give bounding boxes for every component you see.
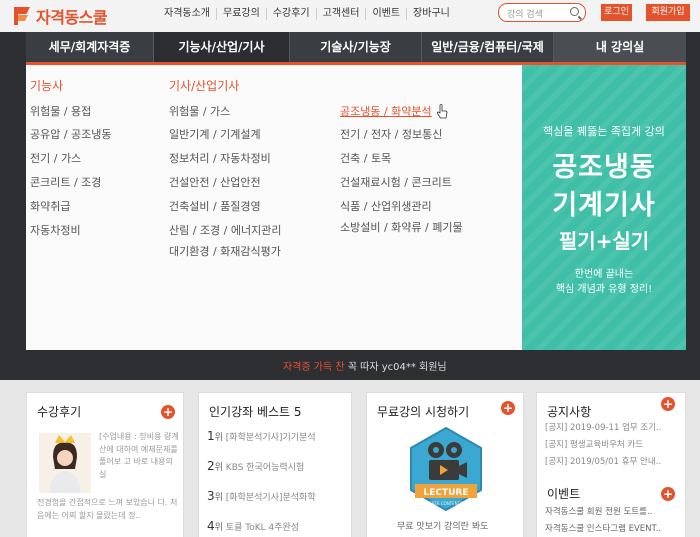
menu-item[interactable]: 위험물 / 용접 — [30, 103, 91, 119]
flag-logo-icon — [14, 7, 32, 25]
menu-item[interactable]: 식품 / 산업위생관리 — [340, 198, 432, 214]
banner-subtitle: 핵심을 꿰뚫는 족집게 강의 — [543, 125, 665, 138]
events-title: 이벤트 — [547, 487, 581, 501]
banner-title-line3: 필기+실기 — [558, 229, 650, 253]
top-header: 자격동스쿨 자격동소개 무료강의 수강후기 고객센터 이벤트 장바구니 강의 검… — [0, 0, 700, 32]
banner-title-line2: 기계기사 — [552, 190, 656, 221]
top-nav: 자격동소개 무료강의 수강후기 고객센터 이벤트 장바구니 — [158, 8, 456, 20]
menu-item[interactable]: 콘크리트 / 조경 — [30, 174, 101, 190]
category-professional-engineer[interactable]: 기술사/기능장 — [290, 32, 422, 62]
login-button[interactable]: 로그인 — [601, 4, 632, 21]
category-my-classroom[interactable]: 내 강의실 — [554, 32, 686, 62]
welcome-text: 꼭 따자 yc04** 회원님 — [347, 362, 447, 373]
notice-item[interactable]: [공지] 평생교육바우처 카드 — [545, 438, 643, 450]
banner-desc-line2: 핵심 개념과 유형 정리! — [555, 284, 653, 295]
events-more-plus-icon[interactable]: + — [661, 487, 675, 501]
menu-item[interactable]: 건설재료시험 / 콘크리트 — [340, 174, 452, 190]
side-backdrop-right — [686, 32, 700, 362]
site-logo[interactable]: 자격동스쿨 — [14, 4, 108, 28]
menu-item[interactable]: 전기 / 전자 / 정보통신 — [340, 126, 442, 142]
menu-col1-title[interactable]: 기능사 — [30, 77, 63, 94]
best-courses-box: 인기강좌 베스트 5 1위 [화학분석기사]기기분석 2위 KBS 한국어능력시… — [198, 392, 352, 537]
menu-item[interactable]: 자동차정비 — [30, 222, 81, 238]
search-placeholder: 강의 검색 — [507, 10, 543, 20]
free-lectures-caption: 무료 맛보기 강의란 봐도 — [397, 522, 489, 532]
search-input[interactable]: 강의 검색 — [498, 3, 586, 22]
best-course-item[interactable]: 3위 [화학분석기사]분석화학 — [207, 489, 316, 503]
category-general-finance[interactable]: 일반/금융/컴퓨터/국제 — [422, 32, 554, 62]
best-course-item[interactable]: 2위 KBS 한국어능력시험 — [207, 459, 304, 473]
menu-item[interactable]: 위험물 / 가스 — [169, 103, 230, 119]
banner-title-line1: 공조냉동 — [552, 152, 656, 183]
free-lectures-box: 무료강의 시청하기 + LECTURE FREE CONTENTS 무료 맛보기… — [366, 392, 524, 537]
category-nav: 세무/회계자격증 기능사/산업/기사 기술사/기능장 일반/금융/컴퓨터/국제 … — [26, 32, 686, 62]
review-text-more[interactable]: 전경험을 간접적으로 느껴 보았습니 다. 처음에는 어찌 할지 몰랐는데 정.… — [37, 497, 181, 522]
menu-item[interactable]: 대기환경 / 화재감식평가 — [169, 243, 281, 259]
menu-item[interactable]: 건설안전 / 산업안전 — [169, 174, 261, 190]
search-icon[interactable] — [570, 7, 579, 16]
reviews-box: 수강후기 + [수업내용 : 장비용 량계산에 대하여 예제문제를 풀어보 고 … — [26, 392, 184, 537]
nav-reviews[interactable]: 수강후기 — [265, 8, 316, 20]
menu-item[interactable]: 일반기계 / 기계설계 — [169, 126, 261, 142]
best-courses-title: 인기강좌 베스트 5 — [209, 405, 302, 419]
menu-item[interactable]: 공유압 / 공조냉동 — [30, 126, 112, 142]
notice-item[interactable]: [공지] 2019-09-11 업무 조기.. — [545, 421, 661, 433]
nav-cart[interactable]: 장바구니 — [406, 8, 456, 20]
mega-menu-panel: 기능사 위험물 / 용접 공유압 / 공조냉동 전기 / 가스 콘크리트 / 조… — [26, 65, 522, 350]
welcome-highlight: 자격증 가득 찬 — [283, 362, 345, 373]
menu-item[interactable]: 건축설비 / 품질경영 — [169, 198, 261, 214]
event-item[interactable]: 자격동스쿨 회원 전원 도트를.. — [545, 505, 652, 517]
best-course-item[interactable]: 1위 [화학분석기사]기기분석 — [207, 429, 316, 443]
menu-item[interactable]: 소방설비 / 화약류 / 폐기물 — [340, 219, 463, 235]
nav-about[interactable]: 자격동소개 — [158, 8, 216, 20]
menu-item-hovered[interactable]: 공조냉동 / 화약분석 — [340, 103, 432, 119]
menu-item[interactable]: 산림 / 조경 / 에너지관리 — [169, 222, 281, 238]
menu-item[interactable]: 전기 / 가스 — [30, 150, 81, 166]
reviews-more-plus-icon[interactable]: + — [161, 405, 175, 419]
join-button[interactable]: 회원가입 — [646, 4, 690, 21]
side-backdrop-left — [0, 32, 26, 362]
badge-sublabel: FREE CONTENTS — [429, 501, 463, 506]
category-tax-accounting[interactable]: 세무/회계자격증 — [26, 32, 154, 62]
category-craftsman-engineer[interactable]: 기능사/산업/기사 — [154, 32, 290, 62]
notice-item[interactable]: [공지] 2019/05/01 휴무 안내.. — [545, 455, 661, 467]
menu-item[interactable]: 정보처리 / 자동차정비 — [169, 150, 271, 166]
lecture-badge-icon[interactable]: LECTURE FREE CONTENTS — [407, 426, 485, 514]
promo-banner[interactable]: 핵심을 꿰뚫는 족집게 강의 공조냉동 기계기사 필기+실기 한번에 끝내는 핵… — [522, 65, 686, 350]
nav-event[interactable]: 이벤트 — [365, 8, 406, 20]
menu-col2-title[interactable]: 기사/산업기사 — [169, 77, 239, 94]
nav-customer-center[interactable]: 고객센터 — [315, 8, 366, 20]
menu-item[interactable]: 화약취급 — [30, 198, 70, 214]
logo-text: 자격동스쿨 — [36, 8, 108, 27]
banner-desc-line1: 한번에 끝내는 — [574, 269, 634, 280]
menu-item[interactable]: 건축 / 토목 — [340, 150, 391, 166]
notices-box: 공지사항 + [공지] 2019-09-11 업무 조기.. [공지] 평생교육… — [536, 392, 686, 537]
notices-more-plus-icon[interactable]: + — [661, 397, 675, 411]
free-lectures-more-plus-icon[interactable]: + — [501, 401, 515, 415]
review-text[interactable]: [수업내용 : 장비용 량계산에 대하여 예제문제를 풀어보 고 바로 내용의 … — [99, 431, 181, 481]
hand-cursor-icon — [436, 104, 448, 119]
reviews-title: 수강후기 — [37, 405, 82, 419]
welcome-message: 자격증 가득 찬 꼭 따자 yc04** 회원님 — [283, 358, 447, 373]
event-item[interactable]: 자격동스쿨 인스타그램 EVENT.. — [545, 522, 661, 534]
notices-title: 공지사항 — [547, 405, 592, 419]
badge-label: LECTURE — [423, 488, 468, 498]
free-lectures-title: 무료강의 시청하기 — [377, 405, 470, 419]
nav-free-lectures[interactable]: 무료강의 — [216, 8, 266, 20]
best-course-item[interactable]: 4위 토클 ToKL 4주완성 — [207, 519, 299, 533]
reviewer-avatar — [39, 433, 91, 493]
